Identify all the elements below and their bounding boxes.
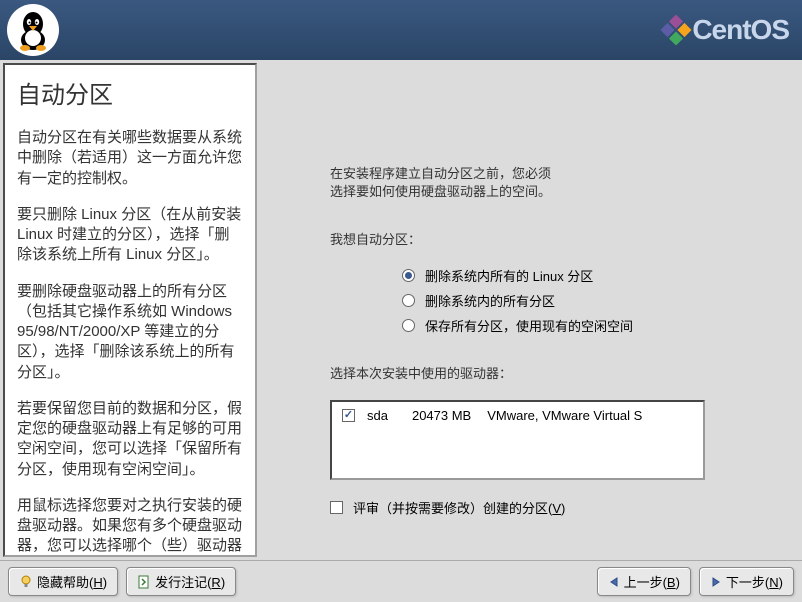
help-title: 自动分区 (17, 75, 243, 110)
want-autopartition-label: 我想自动分区： (330, 229, 772, 248)
help-paragraph: 要只删除 Linux 分区（在从前安装 Linux 时建立的分区），选择「删除该… (17, 205, 243, 266)
radio-icon (402, 319, 415, 332)
tux-logo (7, 4, 59, 56)
review-checkbox[interactable] (330, 501, 343, 514)
drive-name: sda (367, 408, 388, 423)
centos-text: CentOS (692, 14, 789, 46)
release-notes-button[interactable]: 发行注记(R) (126, 567, 236, 596)
help-paragraph: 若要保留您目前的数据和分区，假定您的硬盘驱动器上有足够的可用空闲空间，您可以选择… (17, 399, 243, 480)
help-paragraph: 自动分区在有关哪些数据要从系统中删除（若适用）这一方面允许您有一定的控制权。 (17, 128, 243, 189)
arrow-left-icon (608, 576, 620, 588)
next-button[interactable]: 下一步(N) (699, 567, 794, 596)
drive-checkbox[interactable] (342, 409, 355, 422)
drive-size: 20473 MB (412, 408, 471, 423)
review-label: 评审（并按需要修改）创建的分区(V) (353, 498, 565, 517)
select-drives-label: 选择本次安装中使用的驱动器： (330, 363, 772, 382)
intro-text: 在安装程序建立自动分区之前，您必须 选择要如何使用硬盘驱动器上的空间。 (330, 165, 772, 201)
main-panel: 在安装程序建立自动分区之前，您必须 选择要如何使用硬盘驱动器上的空间。 我想自动… (260, 60, 802, 560)
notes-icon (137, 575, 151, 589)
review-partitions-row[interactable]: 评审（并按需要修改）创建的分区(V) (330, 498, 772, 517)
radio-remove-linux[interactable]: 删除系统内所有的 Linux 分区 (402, 266, 772, 285)
lightbulb-icon (19, 575, 33, 589)
radio-icon (402, 294, 415, 307)
drive-list[interactable]: sda 20473 MB VMware, VMware Virtual S (330, 400, 705, 480)
radio-remove-all[interactable]: 删除系统内的所有分区 (402, 291, 772, 310)
partition-radio-group: 删除系统内所有的 Linux 分区 删除系统内的所有分区 保存所有分区，使用现有… (402, 266, 772, 335)
hide-help-button[interactable]: 隐藏帮助(H) (8, 567, 118, 596)
help-paragraph: 要删除硬盘驱动器上的所有分区（包括其它操作系统如 Windows 95/98/N… (17, 282, 243, 383)
arrow-right-icon (710, 576, 722, 588)
drive-row[interactable]: sda 20473 MB VMware, VMware Virtual S (342, 408, 693, 423)
content-area: 自动分区 自动分区在有关哪些数据要从系统中删除（若适用）这一方面允许您有一定的控… (0, 60, 802, 560)
installer-header: CentOS (0, 0, 802, 60)
centos-logo-icon (660, 14, 692, 46)
footer-bar: 隐藏帮助(H) 发行注记(R) 上一步(B) 下一步(N) (0, 560, 802, 602)
drive-desc: VMware, VMware Virtual S (487, 408, 642, 423)
penguin-icon (13, 8, 53, 52)
help-scroll-area[interactable]: 自动分区 自动分区在有关哪些数据要从系统中删除（若适用）这一方面允许您有一定的控… (3, 63, 257, 557)
help-panel: 自动分区 自动分区在有关哪些数据要从系统中删除（若适用）这一方面允许您有一定的控… (0, 60, 260, 560)
centos-brand: CentOS (660, 14, 789, 46)
radio-icon (402, 269, 415, 282)
back-button[interactable]: 上一步(B) (597, 567, 691, 596)
help-paragraph: 用鼠标选择您要对之执行安装的硬盘驱动器。如果您有多个硬盘驱动器，您可以选择哪个（… (17, 496, 243, 557)
radio-keep-all[interactable]: 保存所有分区，使用现有的空闲空间 (402, 316, 772, 335)
